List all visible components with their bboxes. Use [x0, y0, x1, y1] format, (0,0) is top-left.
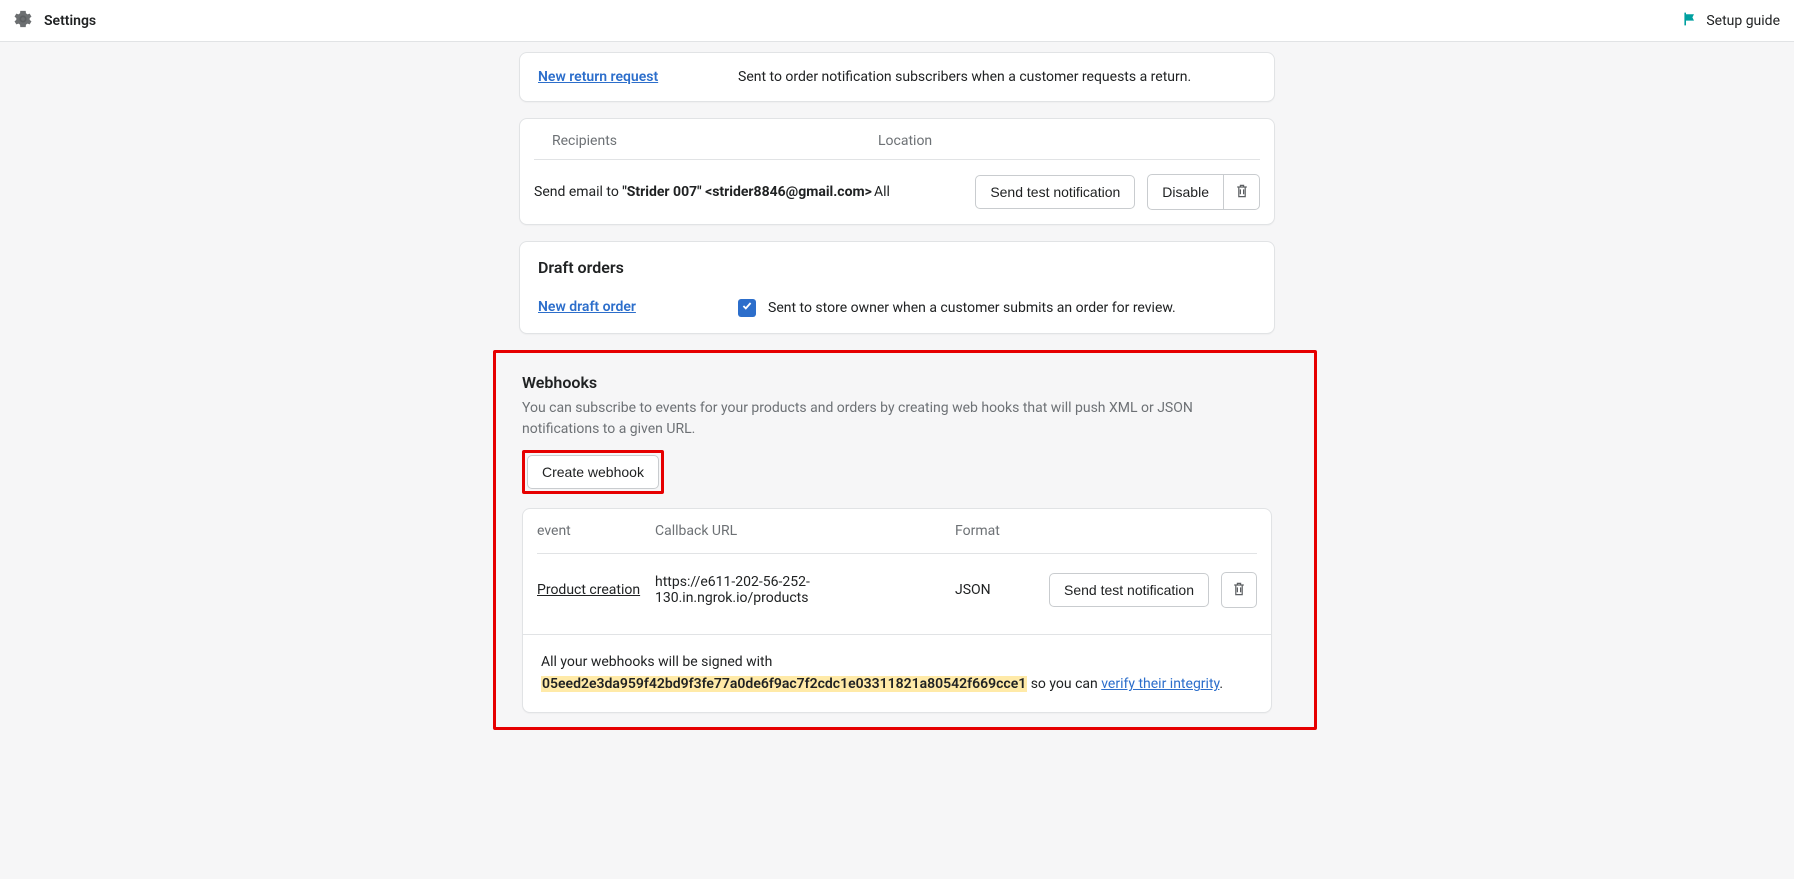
topbar: Settings Setup guide: [0, 0, 1794, 42]
location-header: Location: [878, 133, 1256, 149]
draft-orders-card: Draft orders New draft order Sent to sto…: [519, 241, 1275, 334]
new-draft-order-link[interactable]: New draft order: [538, 299, 636, 315]
trash-icon: [1231, 581, 1247, 600]
draft-order-description: Sent to store owner when a customer subm…: [768, 300, 1176, 316]
webhook-format-header: Format: [955, 523, 1025, 539]
trash-icon: [1234, 183, 1250, 202]
send-test-notification-button[interactable]: Send test notification: [975, 175, 1135, 209]
signing-middle: so you can: [1027, 676, 1101, 692]
setup-guide-label: Setup guide: [1706, 13, 1780, 29]
delete-webhook-button[interactable]: [1221, 572, 1257, 608]
recipient-email: "Strider 007" <strider8846@gmail.com>: [622, 184, 872, 200]
setup-guide-link[interactable]: Setup guide: [1682, 11, 1780, 31]
webhooks-highlight: Webhooks You can subscribe to events for…: [493, 350, 1317, 730]
signing-prefix: All your webhooks will be signed with: [541, 654, 772, 670]
webhooks-description: You can subscribe to events for your pro…: [522, 398, 1272, 440]
disable-button-group: Disable: [1147, 174, 1260, 210]
webhook-send-test-button[interactable]: Send test notification: [1049, 573, 1209, 607]
recipient-prefix: Send email to: [534, 184, 622, 200]
signing-secret: 05eed2e3da959f42bd9f3fe77a0de6f9ac7f2cdc…: [541, 676, 1027, 692]
recipient-cell: Send email to "Strider 007" <strider8846…: [534, 184, 874, 200]
create-webhook-highlight: Create webhook: [522, 450, 664, 494]
webhook-url-cell: https://e611-202-56-252-130.in.ngrok.io/…: [655, 574, 955, 606]
return-request-description: Sent to order notification subscribers w…: [738, 69, 1256, 85]
return-request-card: New return request Sent to order notific…: [519, 52, 1275, 102]
signing-suffix: .: [1219, 676, 1223, 692]
draft-order-checkbox[interactable]: [738, 299, 756, 317]
webhook-event-header: event: [537, 523, 655, 539]
recipients-header: Recipients: [538, 133, 878, 149]
webhook-url-header: Callback URL: [655, 523, 955, 539]
location-cell: All: [874, 184, 934, 200]
create-webhook-button[interactable]: Create webhook: [527, 455, 659, 489]
flag-icon: [1682, 11, 1698, 31]
webhook-signing-info: All your webhooks will be signed with 05…: [523, 634, 1271, 712]
recipients-card: Recipients Location Send email to "Strid…: [519, 118, 1275, 225]
webhooks-card: event Callback URL Format Product creati…: [522, 508, 1272, 713]
webhook-format-cell: JSON: [955, 582, 1025, 598]
new-return-request-link[interactable]: New return request: [538, 69, 658, 85]
gear-icon: [14, 10, 32, 32]
check-icon: [741, 300, 753, 316]
disable-button[interactable]: Disable: [1147, 174, 1224, 210]
verify-integrity-link[interactable]: verify their integrity: [1101, 676, 1219, 692]
webhook-event-link[interactable]: Product creation: [537, 582, 640, 598]
delete-recipient-button[interactable]: [1224, 174, 1260, 210]
webhooks-title: Webhooks: [522, 373, 1272, 392]
draft-orders-title: Draft orders: [520, 242, 1274, 281]
webhook-row: Product creation https://e611-202-56-252…: [537, 554, 1257, 634]
content-area: New return request Sent to order notific…: [0, 42, 1794, 770]
page-title: Settings: [44, 13, 96, 29]
topbar-left: Settings: [14, 10, 96, 32]
